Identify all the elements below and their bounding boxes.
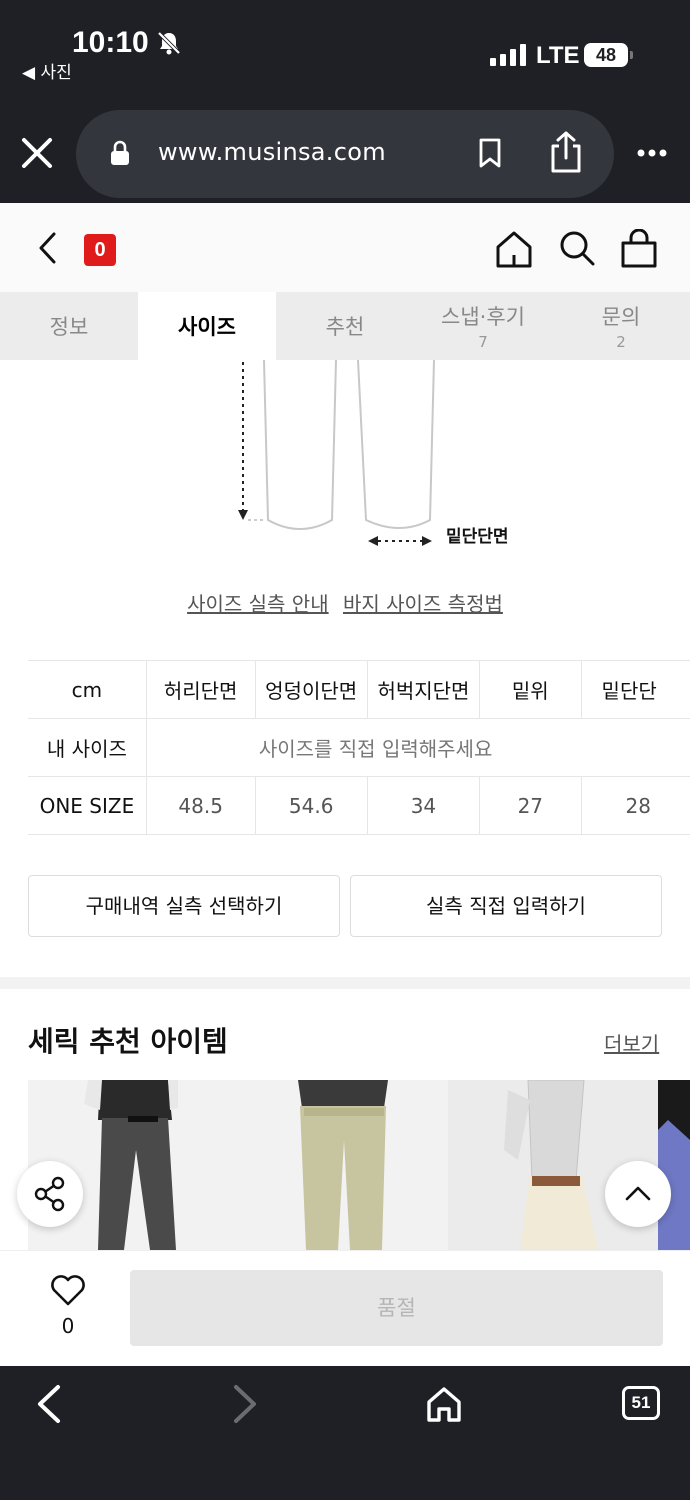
tab-label: 스냅·후기 bbox=[441, 305, 525, 329]
battery-icon: 48 bbox=[584, 43, 633, 67]
size-table: cm 허리단면 엉덩이단면 허벅지단면 밑위 밑단단 내 사이즈 사이즈를 직접… bbox=[28, 660, 690, 835]
unit-cell: cm bbox=[28, 660, 147, 719]
scroll-top-button[interactable] bbox=[605, 1161, 671, 1227]
status-time: 10:10 bbox=[72, 26, 149, 59]
home-icon[interactable] bbox=[424, 1384, 464, 1424]
chevron-up-icon bbox=[625, 1186, 651, 1201]
tab-label: 사이즈 bbox=[178, 315, 236, 339]
recommendation-title: 세릭 추천 아이템 bbox=[28, 1025, 228, 1058]
back-chevron-icon[interactable] bbox=[36, 231, 60, 265]
forward-arrow-icon[interactable] bbox=[230, 1384, 260, 1424]
share-icon[interactable] bbox=[548, 130, 584, 174]
table-header-row: cm 허리단면 엉덩이단면 허벅지단면 밑위 밑단단 bbox=[28, 660, 690, 719]
more-icon[interactable] bbox=[636, 146, 668, 160]
site-header: 0 bbox=[0, 203, 690, 292]
share-nodes-icon bbox=[34, 1176, 65, 1212]
tab-size[interactable]: 사이즈 bbox=[138, 292, 276, 360]
size-measure-guide-link[interactable]: 사이즈 실측 안내 bbox=[187, 592, 329, 616]
size-value: 28 bbox=[580, 776, 690, 835]
size-name: ONE SIZE bbox=[28, 776, 147, 835]
back-to-app[interactable]: ◀ 사진 bbox=[22, 58, 72, 83]
table-row: ONE SIZE 48.5 54.6 34 27 28 bbox=[28, 776, 690, 835]
tab-snap-review[interactable]: 스냅·후기 7 bbox=[414, 292, 552, 360]
pants-size-diagram bbox=[238, 360, 435, 546]
section-divider bbox=[0, 977, 690, 989]
status-bar: 10:10 ◀ 사진 LTE 48 bbox=[0, 0, 690, 100]
tab-qna[interactable]: 문의 2 bbox=[552, 292, 690, 360]
share-fab[interactable] bbox=[17, 1161, 83, 1227]
network-type: LTE bbox=[536, 42, 580, 69]
tab-label: 정보 bbox=[49, 315, 89, 339]
bookmark-icon[interactable] bbox=[478, 138, 502, 168]
bell-muted-icon bbox=[157, 31, 181, 55]
product-image bbox=[238, 1080, 448, 1250]
like-count: 0 bbox=[61, 1314, 75, 1338]
manual-input-button[interactable]: 실측 직접 입력하기 bbox=[350, 875, 662, 937]
sold-out-button: 품절 bbox=[130, 1270, 663, 1346]
home-icon[interactable] bbox=[494, 229, 534, 269]
see-more-link[interactable]: 더보기 bbox=[604, 1028, 659, 1057]
pants-measure-method-link[interactable]: 바지 사이즈 측정법 bbox=[343, 592, 503, 616]
select-from-history-button[interactable]: 구매내역 실측 선택하기 bbox=[28, 875, 340, 937]
tab-recommend[interactable]: 추천 bbox=[276, 292, 414, 360]
shopping-bag-icon[interactable] bbox=[620, 229, 658, 269]
url-text[interactable]: www.musinsa.com bbox=[158, 138, 386, 166]
column-header: 엉덩이단면 bbox=[254, 660, 368, 719]
size-value: 27 bbox=[479, 776, 582, 835]
tab-switcher-button[interactable]: 51 bbox=[622, 1386, 660, 1420]
heart-icon[interactable] bbox=[50, 1274, 86, 1306]
size-guide-links: 사이즈 실측 안내 바지 사이즈 측정법 bbox=[0, 588, 690, 617]
tab-info[interactable]: 정보 bbox=[0, 292, 138, 360]
column-header: 허리단면 bbox=[145, 660, 256, 719]
column-header: 허벅지단면 bbox=[366, 660, 480, 719]
product-thumbnail[interactable] bbox=[238, 1080, 448, 1250]
size-value: 48.5 bbox=[145, 776, 256, 835]
product-tabs: 정보 사이즈 추천 스냅·후기 7 문의 2 bbox=[0, 292, 690, 360]
signal-icon bbox=[490, 44, 526, 66]
search-icon[interactable] bbox=[558, 229, 596, 267]
browser-url-bar: www.musinsa.com bbox=[0, 100, 690, 203]
back-arrow-icon[interactable] bbox=[34, 1384, 64, 1424]
column-header: 밑위 bbox=[479, 660, 582, 719]
close-icon[interactable] bbox=[20, 136, 54, 170]
size-value: 54.6 bbox=[254, 776, 368, 835]
my-size-label: 내 사이즈 bbox=[28, 718, 147, 777]
tab-label: 추천 bbox=[325, 315, 365, 339]
my-size-row: 내 사이즈 사이즈를 직접 입력해주세요 bbox=[28, 718, 690, 777]
lock-icon bbox=[111, 140, 129, 165]
tab-count: 7 bbox=[478, 333, 488, 351]
tab-count: 2 bbox=[616, 333, 626, 351]
tab-label: 문의 bbox=[601, 305, 641, 329]
browser-toolbar: 51 bbox=[0, 1366, 690, 1500]
cart-badge[interactable]: 0 bbox=[84, 234, 116, 266]
my-size-input-prompt[interactable]: 사이즈를 직접 입력해주세요 bbox=[145, 718, 690, 777]
hem-width-label: 밑단단면 bbox=[446, 527, 509, 547]
size-value: 34 bbox=[366, 776, 480, 835]
column-header: 밑단단 bbox=[580, 660, 690, 719]
